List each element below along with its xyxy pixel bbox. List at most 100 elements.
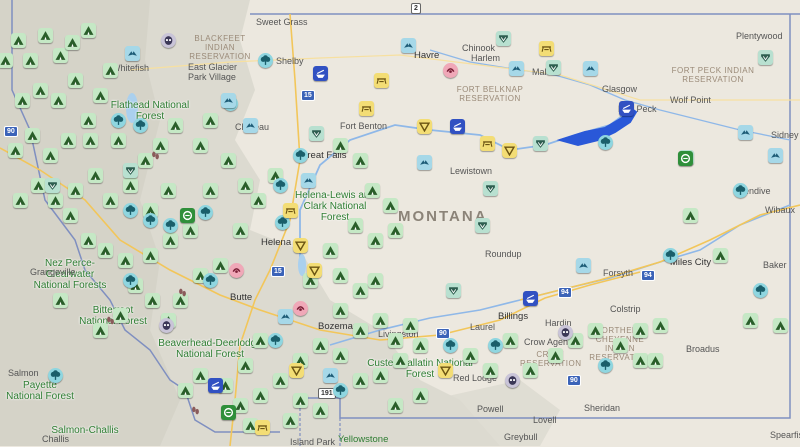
map-marker-campground[interactable] bbox=[283, 413, 298, 428]
map-marker-shelter[interactable] bbox=[309, 126, 324, 141]
map-marker-campground[interactable] bbox=[523, 363, 538, 378]
map-marker-campground[interactable] bbox=[503, 333, 518, 348]
map-marker-boat-launch[interactable] bbox=[208, 378, 223, 393]
map-marker-campground[interactable] bbox=[193, 138, 208, 153]
map-marker-tree[interactable] bbox=[111, 113, 126, 128]
map-marker-tree[interactable] bbox=[143, 213, 158, 228]
map-marker-campground[interactable] bbox=[53, 48, 68, 63]
map-marker-yield-sign[interactable] bbox=[438, 363, 453, 378]
map-marker-campground[interactable] bbox=[548, 348, 563, 363]
map-marker-campground[interactable] bbox=[178, 383, 193, 398]
map-marker-picnic[interactable] bbox=[480, 136, 495, 151]
map-marker-campground[interactable] bbox=[123, 178, 138, 193]
map-marker-campground[interactable] bbox=[233, 223, 248, 238]
map-marker-picnic[interactable] bbox=[539, 41, 554, 56]
map-marker-campground[interactable] bbox=[403, 318, 418, 333]
map-marker-campground[interactable] bbox=[53, 293, 68, 308]
map-marker-campground[interactable] bbox=[98, 243, 113, 258]
map-marker-campground[interactable] bbox=[353, 373, 368, 388]
map-marker-campground[interactable] bbox=[393, 353, 408, 368]
map-marker-yield-sign[interactable] bbox=[289, 363, 304, 378]
map-marker-shelter[interactable] bbox=[483, 181, 498, 196]
map-marker-tree[interactable] bbox=[598, 358, 613, 373]
map-marker-campground[interactable] bbox=[588, 323, 603, 338]
map-marker-campground[interactable] bbox=[333, 303, 348, 318]
map-marker-footprints[interactable] bbox=[188, 403, 203, 418]
map-marker-campground[interactable] bbox=[221, 153, 236, 168]
map-marker-pink-location[interactable] bbox=[229, 263, 244, 278]
map-marker-campground[interactable] bbox=[388, 398, 403, 413]
map-marker-picnic[interactable] bbox=[283, 203, 298, 218]
map-marker-campground[interactable] bbox=[365, 183, 380, 198]
map-marker-campground[interactable] bbox=[145, 293, 160, 308]
map-marker-alien[interactable] bbox=[558, 325, 573, 340]
map-marker-campground[interactable] bbox=[333, 268, 348, 283]
map-marker-tree[interactable] bbox=[488, 338, 503, 353]
map-marker-campground[interactable] bbox=[48, 193, 63, 208]
map-marker-tree[interactable] bbox=[198, 205, 213, 220]
map-marker-tree[interactable] bbox=[123, 273, 138, 288]
map-marker-pink-location[interactable] bbox=[443, 63, 458, 78]
map-marker-alien[interactable] bbox=[159, 318, 174, 333]
map-marker-boat-launch[interactable] bbox=[450, 119, 465, 134]
map-marker-campground[interactable] bbox=[65, 35, 80, 50]
map-marker-campground[interactable] bbox=[23, 53, 38, 68]
map-marker-campground[interactable] bbox=[353, 283, 368, 298]
map-marker-campground[interactable] bbox=[83, 133, 98, 148]
map-marker-campground[interactable] bbox=[413, 338, 428, 353]
map-marker-tree[interactable] bbox=[293, 148, 308, 163]
map-marker-campground[interactable] bbox=[353, 323, 368, 338]
map-marker-yield-sign[interactable] bbox=[417, 119, 432, 134]
map-marker-campground[interactable] bbox=[773, 318, 788, 333]
map-marker-campground[interactable] bbox=[238, 178, 253, 193]
map-marker-bird[interactable] bbox=[509, 61, 524, 76]
map-marker-campground[interactable] bbox=[93, 88, 108, 103]
map-marker-bird[interactable] bbox=[738, 125, 753, 140]
map-marker-bird[interactable] bbox=[583, 61, 598, 76]
map-marker-bird[interactable] bbox=[125, 46, 140, 61]
map-marker-campground[interactable] bbox=[633, 323, 648, 338]
map-marker-campground[interactable] bbox=[168, 118, 183, 133]
map-marker-campground[interactable] bbox=[253, 333, 268, 348]
map-marker-footprints[interactable] bbox=[148, 148, 163, 163]
map-marker-campground[interactable] bbox=[143, 248, 158, 263]
map-marker-pink-location[interactable] bbox=[293, 301, 308, 316]
map-marker-campground[interactable] bbox=[13, 193, 28, 208]
map-marker-picnic[interactable] bbox=[359, 101, 374, 116]
map-marker-campground[interactable] bbox=[43, 148, 58, 163]
map-marker-bird[interactable] bbox=[768, 148, 783, 163]
map-marker-campground[interactable] bbox=[203, 183, 218, 198]
map-marker-boat-launch[interactable] bbox=[523, 291, 538, 306]
map-marker-recreation-area[interactable] bbox=[180, 208, 195, 223]
map-marker-campground[interactable] bbox=[68, 183, 83, 198]
map-marker-campground[interactable] bbox=[213, 258, 228, 273]
map-marker-picnic[interactable] bbox=[255, 420, 270, 435]
map-marker-campground[interactable] bbox=[251, 193, 266, 208]
map-marker-shelter[interactable] bbox=[446, 283, 461, 298]
map-marker-tree[interactable] bbox=[268, 333, 283, 348]
map-marker-yield-sign[interactable] bbox=[502, 143, 517, 158]
map-marker-bird[interactable] bbox=[243, 118, 258, 133]
map-marker-tree[interactable] bbox=[443, 338, 458, 353]
map-marker-campground[interactable] bbox=[253, 388, 268, 403]
map-marker-campground[interactable] bbox=[333, 138, 348, 153]
map-marker-campground[interactable] bbox=[348, 218, 363, 233]
map-marker-campground[interactable] bbox=[183, 223, 198, 238]
map-marker-boat-launch[interactable] bbox=[313, 66, 328, 81]
map-marker-shelter[interactable] bbox=[45, 178, 60, 193]
map-marker-recreation-area[interactable] bbox=[221, 405, 236, 420]
map-marker-bird[interactable] bbox=[417, 155, 432, 170]
map-marker-tree[interactable] bbox=[203, 273, 218, 288]
map-marker-shelter[interactable] bbox=[758, 50, 773, 65]
map-marker-campground[interactable] bbox=[38, 28, 53, 43]
map-marker-campground[interactable] bbox=[368, 273, 383, 288]
map-marker-tree[interactable] bbox=[753, 283, 768, 298]
map-marker-campground[interactable] bbox=[713, 248, 728, 263]
map-marker-campground[interactable] bbox=[8, 143, 23, 158]
map-marker-campground[interactable] bbox=[193, 368, 208, 383]
map-marker-campground[interactable] bbox=[81, 23, 96, 38]
map-marker-tree[interactable] bbox=[258, 53, 273, 68]
map-marker-campground[interactable] bbox=[683, 208, 698, 223]
map-marker-campground[interactable] bbox=[33, 83, 48, 98]
map-marker-campground[interactable] bbox=[653, 318, 668, 333]
